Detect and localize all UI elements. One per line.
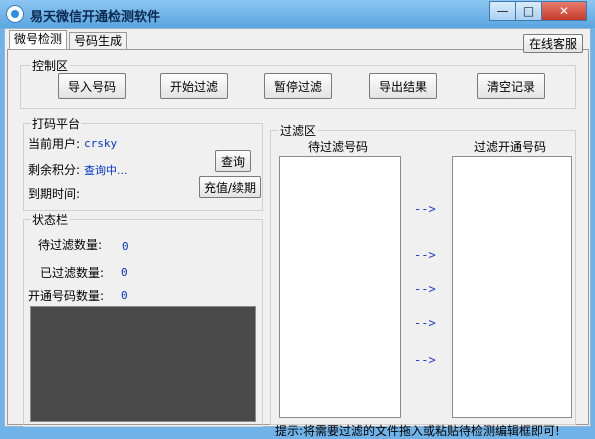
close-button[interactable]: ✕: [541, 1, 587, 21]
transfer-arrow: -->: [414, 202, 436, 216]
clear-records-button[interactable]: 清空记录: [477, 73, 545, 99]
pending-numbers-editor[interactable]: [279, 156, 401, 418]
pause-filter-button[interactable]: 暂停过滤: [264, 73, 332, 99]
current-user-label: 当前用户:: [28, 137, 81, 151]
minimize-button[interactable]: —: [489, 1, 516, 21]
opened-count-value: 0: [121, 289, 128, 302]
online-service-button[interactable]: 在线客服: [523, 34, 583, 53]
tab-page: 在线客服 控制区 导入号码 开始过滤 暂停过滤 导出结果 清空记录 打码平台 当…: [7, 34, 589, 438]
filter-legend: 过滤区: [278, 122, 319, 139]
transfer-arrow: -->: [414, 248, 436, 262]
transfer-arrow: -->: [414, 353, 436, 367]
points-label: 剩余积分:: [28, 163, 81, 177]
start-filter-button[interactable]: 开始过滤: [160, 73, 228, 99]
filtered-count-value: 0: [121, 266, 128, 279]
pending-numbers-header: 待过滤号码: [308, 140, 369, 154]
maximize-button[interactable]: □: [515, 1, 542, 21]
opened-numbers-list[interactable]: [452, 156, 572, 418]
app-logo-icon: [6, 5, 24, 23]
import-numbers-button[interactable]: 导入号码: [58, 73, 126, 99]
client-area: 微号检测 号码生成 在线客服 控制区 导入号码 开始过滤 暂停过滤 导出结果 清…: [4, 28, 591, 438]
pending-count-value: 0: [122, 240, 129, 253]
control-legend: 控制区: [30, 57, 71, 74]
tab-number-generate[interactable]: 号码生成: [69, 32, 128, 50]
transfer-arrow: -->: [414, 316, 436, 330]
export-results-button[interactable]: 导出结果: [369, 73, 437, 99]
platform-legend: 打码平台: [30, 115, 83, 132]
transfer-arrow: -->: [414, 282, 436, 296]
opened-numbers-header: 过滤开通号码: [474, 140, 547, 154]
tab-weixin-check[interactable]: 微号检测: [9, 30, 68, 50]
status-legend: 状态栏: [30, 211, 71, 228]
log-panel[interactable]: [30, 306, 256, 422]
window-title: 易天微信开通检测软件: [30, 10, 161, 25]
recharge-button[interactable]: 充值/续期: [199, 176, 261, 198]
query-button[interactable]: 查询: [215, 150, 251, 172]
opened-count-label: 开通号码数量:: [28, 289, 105, 303]
current-user-value: crsky: [84, 137, 118, 150]
pending-count-label: 待过滤数量:: [38, 238, 103, 252]
expiry-label: 到期时间:: [28, 187, 81, 201]
filtered-count-label: 已过滤数量:: [40, 266, 105, 280]
points-value: 查询中...: [84, 164, 128, 177]
